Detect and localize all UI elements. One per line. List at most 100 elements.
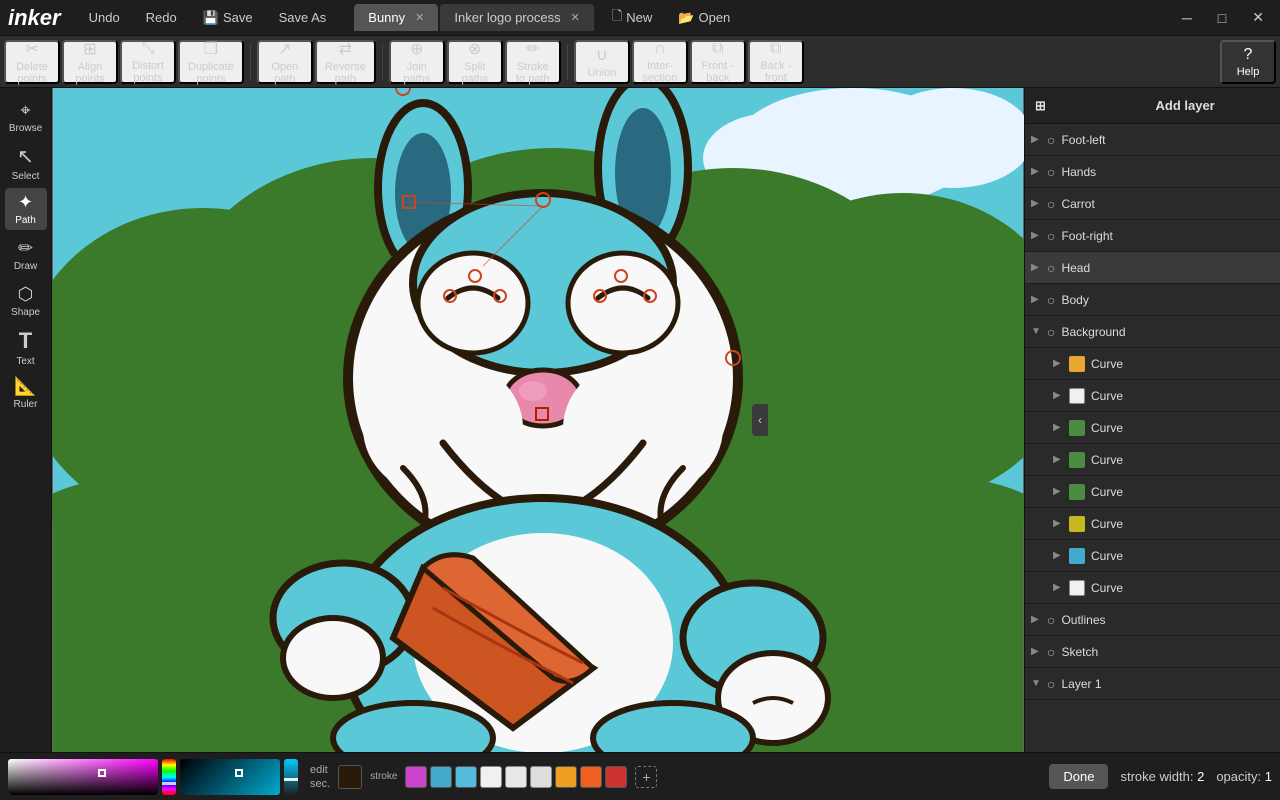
draw-tool[interactable]: ✏ Draw bbox=[5, 234, 47, 276]
text-tool[interactable]: T Text bbox=[5, 326, 47, 368]
opacity-value[interactable]: 1 bbox=[1265, 769, 1272, 784]
layer-item-hands[interactable]: ▶ ○ Hands bbox=[1025, 156, 1280, 188]
visibility-icon[interactable]: ○ bbox=[1047, 228, 1055, 244]
browse-icon: ⌖ bbox=[20, 100, 30, 121]
visibility-icon[interactable]: ○ bbox=[1047, 292, 1055, 308]
stroke-width-value[interactable]: 2 bbox=[1197, 769, 1204, 784]
delete-points-button[interactable]: ✂ Deletepoints bbox=[4, 40, 60, 84]
color-saturation-picker[interactable] bbox=[8, 759, 158, 795]
expand-icon: ▶ bbox=[1053, 550, 1063, 561]
color-cursor-2 bbox=[235, 769, 243, 777]
layer-item-curve3[interactable]: ▶ Curve bbox=[1025, 412, 1280, 444]
layer-item-foot-right[interactable]: ▶ ○ Foot-right bbox=[1025, 220, 1280, 252]
minimize-button[interactable]: ─ bbox=[1174, 6, 1200, 30]
swatch-red[interactable] bbox=[605, 766, 627, 788]
union-button[interactable]: ∪ Union bbox=[574, 40, 630, 84]
layer-item-layer1[interactable]: ▼ ○ Layer 1 bbox=[1025, 668, 1280, 700]
layer-item-sketch[interactable]: ▶ ○ Sketch bbox=[1025, 636, 1280, 668]
layer-item-curve5[interactable]: ▶ Curve bbox=[1025, 476, 1280, 508]
ruler-icon: 📐 bbox=[14, 376, 36, 397]
close-button[interactable]: ✕ bbox=[1244, 5, 1272, 30]
hue-bar[interactable] bbox=[162, 759, 176, 795]
distort-points-icon: ⤡ bbox=[142, 40, 155, 58]
save-button[interactable]: 💾 Save bbox=[195, 6, 261, 30]
tab-bunny[interactable]: Bunny ✕ bbox=[354, 4, 438, 31]
layer-item-background[interactable]: ▼ ○ Background bbox=[1025, 316, 1280, 348]
color-saturation-picker-2[interactable] bbox=[180, 759, 280, 795]
join-paths-button[interactable]: ⊕ Joinpaths bbox=[389, 40, 445, 84]
sec-label[interactable]: sec. bbox=[310, 778, 330, 790]
layer-color-swatch bbox=[1069, 420, 1085, 436]
shape-tool[interactable]: ⬡ Shape bbox=[5, 280, 47, 322]
visibility-icon[interactable]: ○ bbox=[1047, 676, 1055, 692]
alpha-bar[interactable] bbox=[284, 759, 298, 795]
visibility-icon[interactable]: ○ bbox=[1047, 196, 1055, 212]
align-points-button[interactable]: ⊞ Alignpoints bbox=[62, 40, 118, 84]
visibility-icon[interactable]: ○ bbox=[1047, 612, 1055, 628]
swatch-white3[interactable] bbox=[530, 766, 552, 788]
edit-label[interactable]: edit bbox=[310, 764, 330, 776]
visibility-icon[interactable]: ○ bbox=[1047, 132, 1055, 148]
done-button[interactable]: Done bbox=[1049, 764, 1108, 789]
layer-color-swatch bbox=[1069, 452, 1085, 468]
front-back-button[interactable]: ⧉ Front -back bbox=[690, 40, 746, 84]
canvas-area[interactable]: ‹ bbox=[52, 88, 1024, 752]
panel-toggle[interactable]: ‹ bbox=[752, 404, 768, 436]
swatch-purple[interactable] bbox=[405, 766, 427, 788]
help-button[interactable]: ? Help bbox=[1220, 40, 1276, 84]
browse-tool[interactable]: ⌖ Browse bbox=[5, 96, 47, 138]
visibility-icon[interactable]: ○ bbox=[1047, 644, 1055, 660]
layer-item-curve7[interactable]: ▶ Curve bbox=[1025, 540, 1280, 572]
canvas-svg[interactable] bbox=[52, 88, 1024, 752]
visibility-icon[interactable]: ○ bbox=[1047, 260, 1055, 276]
tab-bar: Bunny ✕ Inker logo process ✕ bbox=[354, 4, 594, 31]
layer-item-curve1[interactable]: ▶ Curve bbox=[1025, 348, 1280, 380]
duplicate-points-button[interactable]: ❒ Duplicatepoints bbox=[178, 40, 244, 84]
stroke-swatch[interactable] bbox=[338, 765, 362, 789]
ruler-tool[interactable]: 📐 Ruler bbox=[5, 372, 47, 414]
layer-item-foot-left[interactable]: ▶ ○ Foot-left bbox=[1025, 124, 1280, 156]
swatch-orange[interactable] bbox=[555, 766, 577, 788]
save-as-button[interactable]: Save As bbox=[271, 6, 335, 29]
distort-points-button[interactable]: ⤡ Distortpoints bbox=[120, 40, 176, 84]
bottom-bar: edit sec. stroke + Done stroke width: 2 … bbox=[0, 752, 1280, 800]
reverse-path-icon: ⇄ bbox=[339, 39, 352, 59]
expand-icon: ▼ bbox=[1031, 678, 1041, 689]
layer-item-curve4[interactable]: ▶ Curve bbox=[1025, 444, 1280, 476]
reverse-path-button[interactable]: ⇄ Reversepath bbox=[315, 40, 376, 84]
stroke-to-path-button[interactable]: ✏ Stroketo path bbox=[505, 40, 561, 84]
redo-button[interactable]: Redo bbox=[138, 6, 185, 29]
layer-item-head[interactable]: ▶ ○ Head bbox=[1025, 252, 1280, 284]
layer-item-curve6[interactable]: ▶ Curve bbox=[1025, 508, 1280, 540]
swatch-darkorange[interactable] bbox=[580, 766, 602, 788]
swatch-white2[interactable] bbox=[505, 766, 527, 788]
layer-item-outlines[interactable]: ▶ ○ Outlines bbox=[1025, 604, 1280, 636]
tab-inker-logo[interactable]: Inker logo process ✕ bbox=[440, 4, 593, 31]
layer-item-carrot[interactable]: ▶ ○ Carrot bbox=[1025, 188, 1280, 220]
back-front-button[interactable]: ⧉ Back -front bbox=[748, 40, 804, 84]
open-path-button[interactable]: ↗ Openpath bbox=[257, 40, 313, 84]
layer-item-curve2[interactable]: ▶ Curve bbox=[1025, 380, 1280, 412]
stroke-label: stroke bbox=[370, 771, 397, 782]
select-tool[interactable]: ↖ Select bbox=[5, 142, 47, 184]
maximize-button[interactable]: □ bbox=[1210, 6, 1234, 30]
front-back-icon: ⧉ bbox=[712, 40, 723, 58]
expand-icon: ▶ bbox=[1053, 358, 1063, 369]
close-tab-bunny[interactable]: ✕ bbox=[415, 11, 424, 24]
visibility-icon[interactable]: ○ bbox=[1047, 164, 1055, 180]
close-tab-inker[interactable]: ✕ bbox=[571, 11, 580, 24]
swatch-lightblue[interactable] bbox=[455, 766, 477, 788]
visibility-icon[interactable]: ○ bbox=[1047, 324, 1055, 340]
split-paths-button[interactable]: ⊗ Splitpaths bbox=[447, 40, 503, 84]
add-swatch-button[interactable]: + bbox=[635, 766, 657, 788]
undo-button[interactable]: Undo bbox=[81, 6, 128, 29]
layer-item-curve8[interactable]: ▶ Curve bbox=[1025, 572, 1280, 604]
layer-item-body[interactable]: ▶ ○ Body bbox=[1025, 284, 1280, 316]
swatch-white[interactable] bbox=[480, 766, 502, 788]
new-button[interactable]: 🗋 New bbox=[604, 3, 660, 33]
color-cursor bbox=[98, 769, 106, 777]
intersection-button[interactable]: ∩ Inter-section bbox=[632, 40, 688, 84]
open-button[interactable]: 📂 Open bbox=[670, 6, 738, 30]
path-tool[interactable]: ✦ Path bbox=[5, 188, 47, 230]
swatch-teal[interactable] bbox=[430, 766, 452, 788]
